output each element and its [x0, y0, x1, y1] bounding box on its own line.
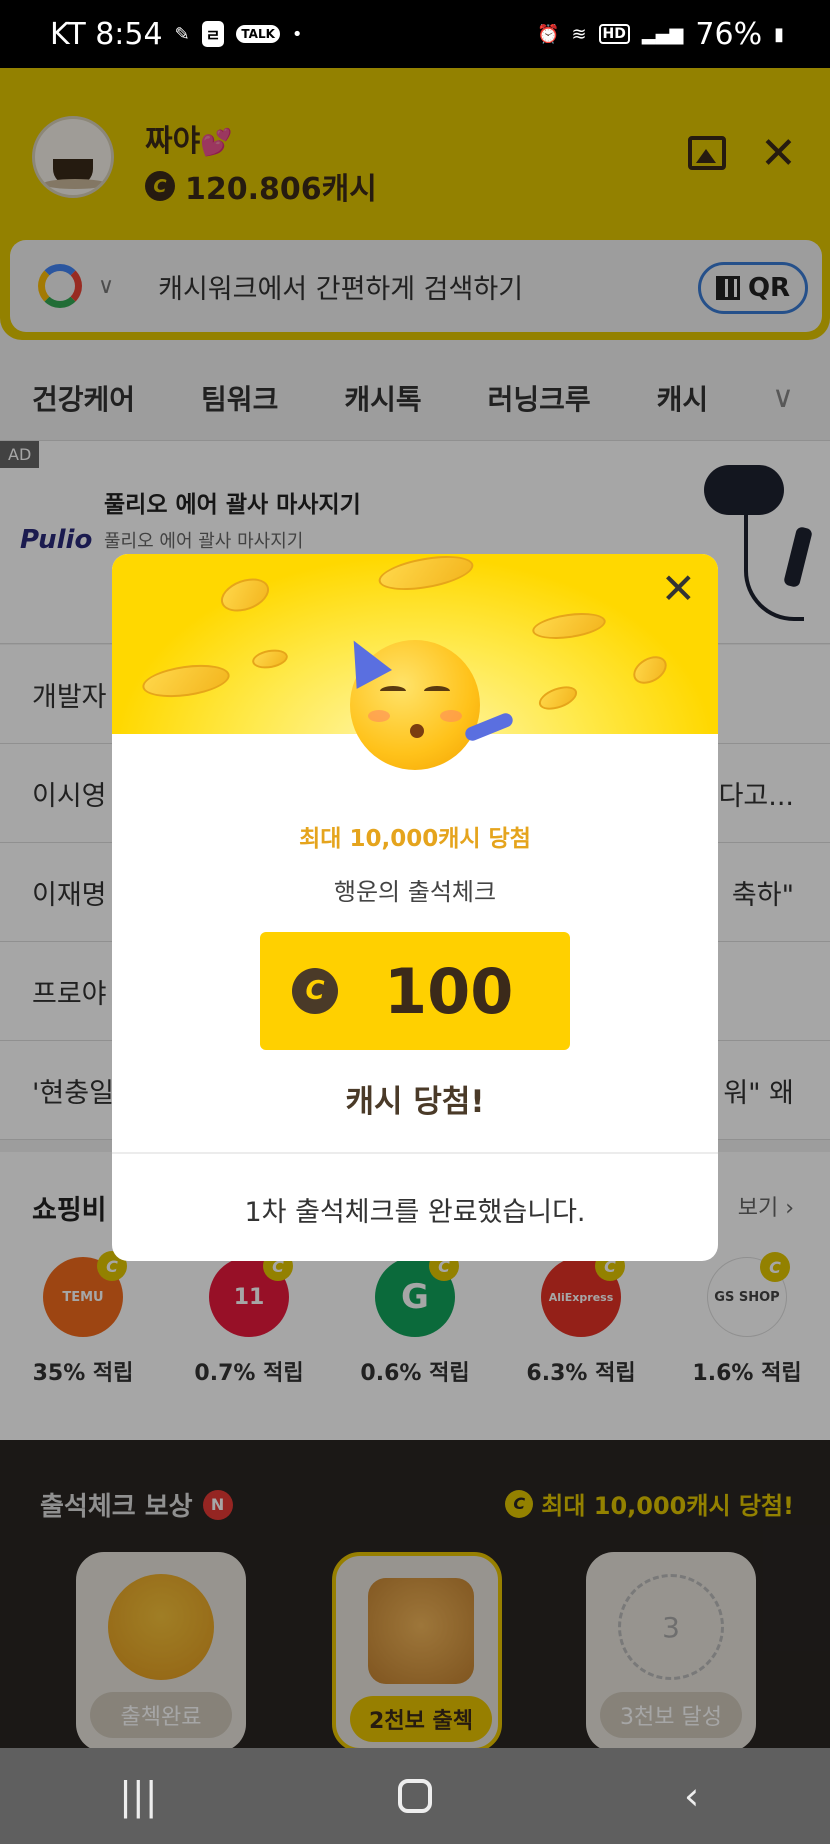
back-icon[interactable]: ‹ — [652, 1774, 732, 1818]
cash-coin-icon: C — [292, 968, 338, 1014]
coin-decoration — [628, 650, 672, 690]
coin-decoration — [530, 608, 608, 644]
cheek — [368, 710, 390, 722]
home-icon — [397, 1779, 432, 1813]
modal-description: 행운의 출석체크 — [333, 878, 497, 906]
coin-decoration — [140, 660, 232, 702]
status-bar: KT 8:54 ✎ ㄹ TALK • ⏰ ≋ HD ▂▄▆ 76% ▮ — [0, 0, 830, 68]
eye — [380, 686, 406, 696]
battery-level: 76% — [695, 16, 763, 52]
divider — [112, 1152, 718, 1154]
win-text: 캐시 당첨! — [345, 1084, 485, 1120]
coin-decoration — [216, 572, 274, 618]
eye — [424, 686, 450, 696]
signal-icon: ▂▄▆ — [641, 23, 684, 45]
reward-amount-box: C 100 — [260, 932, 570, 1050]
modal-subtitle: 최대 10,000캐시 당첨 — [299, 826, 531, 852]
reward-modal: ✕ 최대 10,000캐시 당첨 행운의 출석체크 C 100 캐시 당첨! 1… — [112, 554, 718, 1261]
battery-icon: ▮ — [774, 23, 784, 45]
cheek — [440, 710, 462, 722]
alarm-icon: ⏰ — [537, 23, 560, 45]
modal-footer-message: 1차 출석체크를 완료했습니다. — [244, 1197, 586, 1228]
home-button[interactable] — [375, 1779, 455, 1813]
more-dot-icon: • — [291, 23, 303, 45]
recent-apps-icon[interactable]: ||| — [98, 1774, 178, 1818]
reward-amount: 100 — [384, 954, 514, 1028]
modal-close-icon[interactable]: ✕ — [661, 568, 696, 610]
wifi-icon: ≋ — [571, 23, 587, 45]
mouth — [410, 724, 424, 738]
kakaotalk-icon: TALK — [236, 25, 280, 43]
app-notification-icon: ㄹ — [201, 21, 225, 47]
coin-decoration — [376, 554, 476, 597]
coin-decoration — [250, 647, 290, 671]
system-nav-bar: ||| ‹ — [0, 1748, 830, 1844]
hd-icon: HD — [598, 24, 630, 44]
carrier-time: KT 8:54 — [50, 16, 163, 52]
notification-icon: ✎ — [174, 23, 190, 45]
coin-decoration — [535, 681, 581, 715]
